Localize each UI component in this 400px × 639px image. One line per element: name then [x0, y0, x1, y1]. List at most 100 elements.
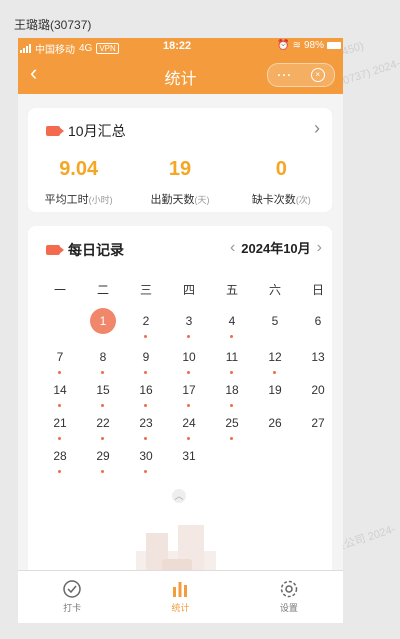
calendar-day[interactable]: 14 [40, 379, 80, 407]
close-icon[interactable]: × [310, 68, 325, 82]
bar-chart-icon [126, 579, 234, 599]
calendar-day[interactable]: 26 [255, 412, 295, 434]
stat-missed-punches: 0 缺卡次数(次) [231, 158, 332, 207]
record-dot [58, 437, 61, 440]
tab-label: 统计 [171, 603, 190, 613]
day-number: 16 [139, 383, 153, 397]
record-dot [187, 371, 190, 374]
battery-percent: 98% [303, 40, 324, 51]
stat-label: 缺卡次数 [251, 194, 296, 206]
day-number: 18 [225, 383, 239, 397]
stat-label: 出勤天数 [150, 194, 195, 206]
calendar-day[interactable]: 6 [298, 310, 338, 332]
day-number: 2 [142, 314, 150, 328]
day-number: 31 [182, 449, 196, 463]
calendar-day[interactable]: 20 [298, 379, 338, 401]
calendar-day[interactable]: 5 [255, 310, 295, 332]
day-number: 14 [53, 383, 67, 397]
calendar-day[interactable]: 19 [255, 379, 295, 401]
day-number: 4 [228, 314, 236, 328]
calendar-day[interactable]: 12 [255, 346, 295, 374]
calendar-day[interactable]: 29 [83, 445, 123, 473]
day-number: 8 [99, 350, 107, 364]
day-number: 20 [311, 383, 325, 397]
calendar-day[interactable]: 2 [126, 310, 166, 338]
daily-record-card: 每日记录 ‹ 2024年10月 › 一二三四五六日 1 2 3 4 5 6 7 8 9 10 11 1… [28, 226, 332, 623]
day-number: 10 [182, 350, 196, 364]
calendar-day[interactable]: 8 [83, 346, 123, 374]
calendar-day[interactable]: 18 [212, 379, 252, 407]
summary-title: 10月汇总 [68, 123, 126, 139]
record-dot [187, 437, 190, 440]
status-bar: 中国移动 4G VPN 18:22 ⏰ ≋ 98% [18, 38, 343, 56]
record-dot [230, 335, 233, 338]
monthly-summary-card[interactable]: 10月汇总 › 9.04 平均工时(小时) 19 出勤天数(天) 0 缺卡次数(… [28, 108, 332, 212]
more-button[interactable]: ··· [277, 68, 292, 82]
weekday-label: 日 [311, 283, 324, 297]
tab-punch[interactable]: 打卡 [18, 571, 126, 623]
calendar-day[interactable]: 13 [298, 346, 338, 368]
day-number: 15 [96, 383, 110, 397]
prev-month-button[interactable]: ‹ [230, 239, 235, 257]
tab-statistics[interactable]: 统计 [126, 571, 234, 623]
calendar-day[interactable]: 15 [83, 379, 123, 407]
day-number: 19 [268, 383, 282, 397]
calendar-day[interactable]: 11 [212, 346, 252, 374]
stat-label: 平均工时 [44, 194, 89, 206]
calendar-day[interactable]: 9 [126, 346, 166, 374]
weekday-label: 四 [182, 283, 195, 297]
calendar-day[interactable]: 21 [40, 412, 80, 440]
calendar-day[interactable]: 1 [83, 308, 123, 334]
weekday-label: 五 [225, 283, 238, 297]
record-dot [144, 335, 147, 338]
user-label: 王璐璐(30737) [14, 18, 92, 32]
wifi-icon: ≋ [292, 40, 301, 51]
record-dot [187, 404, 190, 407]
record-dot [144, 470, 147, 473]
vpn-badge: VPN [96, 43, 119, 54]
record-dot [101, 371, 104, 374]
calendar-day[interactable]: 22 [83, 412, 123, 440]
day-number: 12 [268, 350, 282, 364]
day-number: 17 [182, 383, 196, 397]
calendar-day[interactable]: 31 [169, 445, 209, 467]
day-number: 13 [311, 350, 325, 364]
calendar-day[interactable]: 17 [169, 379, 209, 407]
record-dot [101, 404, 104, 407]
calendar-day[interactable]: 4 [212, 310, 252, 338]
tab-settings[interactable]: 设置 [235, 571, 343, 623]
calendar-day[interactable]: 3 [169, 310, 209, 338]
calendar-day[interactable]: 25 [212, 412, 252, 440]
calendar-day[interactable]: 28 [40, 445, 80, 473]
stat-value: 9.04 [59, 158, 99, 180]
day-number: 27 [311, 416, 325, 430]
record-dot [144, 404, 147, 407]
record-dot [58, 470, 61, 473]
calendar-day[interactable]: 24 [169, 412, 209, 440]
record-dot [230, 404, 233, 407]
calendar-day[interactable]: 23 [126, 412, 166, 440]
flag-icon [46, 245, 64, 255]
phone-screen: 中国移动 4G VPN 18:22 ⏰ ≋ 98% ‹ 统计 ··· × 10月… [18, 38, 343, 623]
network-type: 4G [79, 43, 93, 54]
weekday-label: 六 [268, 283, 281, 297]
calendar-day[interactable]: 16 [126, 379, 166, 407]
calendar-day[interactable]: 30 [126, 445, 166, 473]
carrier: 中国移动 [35, 45, 75, 56]
record-dot [273, 371, 276, 374]
record-dot [58, 404, 61, 407]
summary-stats: 9.04 平均工时(小时) 19 出勤天数(天) 0 缺卡次数(次) [28, 158, 332, 207]
next-month-button[interactable]: › [317, 239, 322, 257]
calendar-day[interactable]: 10 [169, 346, 209, 374]
calendar-day[interactable]: 7 [40, 346, 80, 374]
flag-icon [46, 126, 64, 136]
check-circle-icon [18, 579, 126, 599]
collapse-button[interactable]: ︿ [172, 489, 186, 503]
chevron-right-icon[interactable]: › [314, 118, 320, 139]
calendar-day[interactable]: 27 [298, 412, 338, 434]
alarm-icon: ⏰ [277, 40, 290, 51]
stat-unit: (小时) [88, 195, 113, 205]
nav-bar: ‹ 统计 ··· × [18, 56, 343, 94]
signal-icon [20, 44, 31, 53]
day-number: 21 [53, 416, 67, 430]
